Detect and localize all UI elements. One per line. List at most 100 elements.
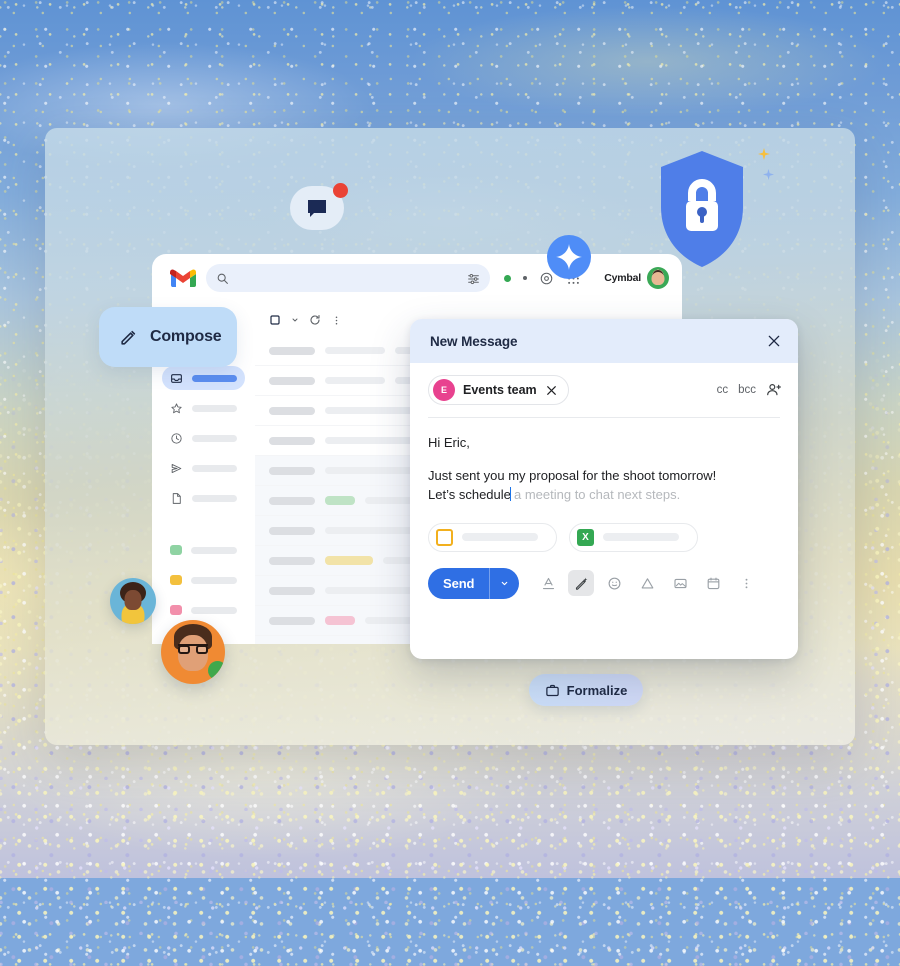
- close-icon[interactable]: [766, 333, 782, 349]
- recipient-chip[interactable]: E Events team: [428, 375, 569, 405]
- row-sender: [269, 346, 315, 355]
- row-label-chip: [325, 496, 355, 505]
- attachment-chip-slides[interactable]: [428, 522, 557, 552]
- gmail-header: Cymbal: [152, 254, 682, 302]
- pencil-icon: [121, 330, 136, 345]
- send-paperplane-icon: [171, 463, 182, 473]
- bcc-button[interactable]: bcc: [738, 384, 756, 396]
- inbox-icon: [171, 373, 182, 383]
- compose-window: New Message E Events team cc bcc Hi Eric…: [410, 319, 798, 659]
- format-text-button[interactable]: [535, 570, 561, 596]
- attachment-name: [462, 533, 538, 542]
- sidebar-item-sent[interactable]: [162, 456, 245, 480]
- compose-body[interactable]: Hi Eric, Just sent you my proposal for t…: [410, 418, 798, 505]
- gemini-badge[interactable]: [547, 235, 591, 279]
- compose-button-label: Compose: [150, 328, 222, 345]
- sidebar-label-green[interactable]: [162, 538, 245, 562]
- label-tag-icon: [170, 545, 182, 555]
- chat-bubble-icon: [308, 200, 326, 217]
- star-icon: [171, 402, 182, 413]
- sidebar-label-pink[interactable]: [162, 598, 245, 622]
- gmail-logo-icon[interactable]: [170, 268, 196, 288]
- sidebar-item-label: [192, 494, 237, 502]
- drive-icon: [641, 577, 654, 588]
- row-label-chip: [325, 616, 355, 625]
- chat-badge[interactable]: [290, 183, 348, 230]
- sidebar-item-drafts[interactable]: [162, 486, 245, 510]
- calendar-icon: [707, 577, 720, 589]
- avatar[interactable]: [161, 620, 225, 684]
- sidebar-item-label: [192, 464, 237, 472]
- body-greeting: Hi Eric,: [428, 435, 470, 450]
- label-tag-icon: [170, 575, 182, 585]
- smart-compose-suggestion: a meeting to chat next steps.: [510, 486, 681, 502]
- sidebar-item-starred[interactable]: [162, 396, 245, 420]
- clock-snoozed-icon: [171, 432, 182, 444]
- more-vertical-icon[interactable]: [331, 315, 342, 326]
- presence-dot-icon: [208, 661, 225, 680]
- send-options-button[interactable]: [489, 567, 519, 599]
- drive-button[interactable]: [634, 570, 660, 596]
- body-line-2: Let’s schedule a meeting to chat next st…: [428, 486, 780, 505]
- cc-button[interactable]: cc: [717, 384, 729, 396]
- insert-image-button[interactable]: [667, 570, 693, 596]
- row-subject: [325, 377, 385, 384]
- sidebar-item-inbox[interactable]: [162, 366, 245, 390]
- header-actions: Cymbal: [504, 265, 672, 291]
- send-button[interactable]: Send: [428, 567, 520, 599]
- magic-pen-button[interactable]: [568, 570, 595, 597]
- body-line-1: Just sent you my proposal for the shoot …: [428, 467, 717, 483]
- avatar[interactable]: [647, 267, 669, 289]
- compose-button[interactable]: Compose: [99, 307, 237, 367]
- slides-icon: [436, 528, 453, 546]
- page-title: New Message: [430, 333, 518, 349]
- close-icon[interactable]: [545, 384, 558, 397]
- status-dot-icon: [504, 274, 512, 282]
- notification-dot-icon: [333, 183, 348, 198]
- attachment-chip-sheets[interactable]: X: [569, 522, 698, 552]
- compose-toolbar: Send: [410, 552, 798, 599]
- gemini-sparkle-icon: [556, 244, 582, 270]
- sheets-icon: X: [577, 528, 594, 546]
- row-sender: [269, 466, 315, 475]
- row-subject: [325, 347, 385, 354]
- emoji-button[interactable]: [601, 570, 627, 596]
- checkbox-icon[interactable]: [269, 314, 281, 326]
- sparkle-icon: [758, 148, 770, 160]
- chevron-down-icon[interactable]: [291, 316, 299, 324]
- shield-lock-icon: [661, 151, 743, 267]
- attachment-list: X: [410, 505, 798, 552]
- sidebar-item-snoozed[interactable]: [162, 426, 245, 450]
- brand-label: Cymbal: [604, 272, 641, 284]
- compose-header: New Message: [410, 319, 798, 363]
- gear-icon[interactable]: [539, 271, 554, 286]
- tune-filter-icon[interactable]: [467, 272, 480, 285]
- add-person-icon[interactable]: [766, 382, 782, 398]
- more-vertical-icon: [745, 578, 748, 588]
- more-options-button[interactable]: [733, 570, 759, 596]
- row-sender: [269, 616, 315, 625]
- avatar[interactable]: [110, 578, 156, 624]
- formalize-chip[interactable]: Formalize: [529, 674, 643, 706]
- sidebar-label-yellow[interactable]: [162, 568, 245, 592]
- row-sender: [269, 376, 315, 385]
- avatar: E: [433, 379, 455, 401]
- row-label-chip: [325, 556, 373, 565]
- status-dot-small-icon: [523, 276, 528, 280]
- attachment-name: [603, 533, 679, 542]
- row-sender: [269, 436, 315, 445]
- search-input[interactable]: [206, 264, 491, 292]
- security-shield-badge: [659, 149, 745, 269]
- row-sender: [269, 496, 315, 505]
- row-sender: [269, 406, 315, 415]
- sidebar-item-label: [192, 434, 237, 442]
- sidebar-item-label: [191, 576, 237, 584]
- row-sender: [269, 556, 315, 565]
- sidebar-item-label: [191, 606, 237, 614]
- recipient-name: Events team: [463, 383, 537, 397]
- calendar-button[interactable]: [700, 570, 726, 596]
- draft-file-icon: [172, 492, 181, 504]
- refresh-icon[interactable]: [309, 314, 321, 326]
- recipient-row: E Events team cc bcc: [410, 363, 798, 405]
- cc-bcc-controls: cc bcc: [717, 382, 782, 398]
